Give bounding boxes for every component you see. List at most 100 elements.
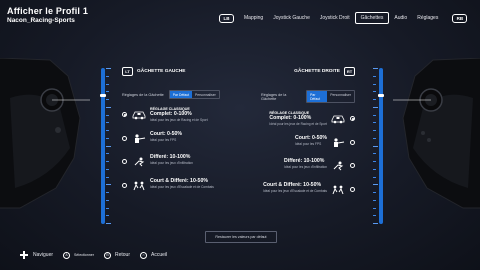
slider-tick: [106, 130, 109, 131]
option-name: Complet: 0-100%: [150, 111, 192, 117]
hint-back: Retour: [115, 252, 131, 258]
rb-bumper-icon[interactable]: RB: [452, 13, 468, 23]
slider-tick: [106, 199, 109, 201]
slider-tick: [373, 153, 376, 155]
trigger-option-3[interactable]: Differé: 10-100% Idéal pour les jeux d'In…: [255, 158, 355, 182]
radio-button[interactable]: [122, 182, 127, 188]
hint-navigate: Naviguer: [33, 252, 54, 258]
slider-tick: [106, 99, 109, 100]
right-trigger-slider[interactable]: [373, 68, 384, 224]
right-trigger-knob[interactable]: [378, 94, 384, 97]
rt-badge-icon: RT: [344, 66, 355, 76]
option-name: Court & Differé: 10-50%: [263, 181, 322, 188]
radio-button[interactable]: [122, 112, 127, 117]
radio-button[interactable]: [350, 186, 355, 192]
slider-tick: [106, 106, 111, 108]
option-description: Idéal pour les jeux d'Escalade et de Com…: [263, 188, 327, 193]
b-button-icon: B: [104, 251, 111, 259]
radio-button[interactable]: [350, 116, 355, 121]
slider-tick: [106, 176, 109, 178]
option-description: Idéal pour les jeux d'Infiltration: [284, 165, 327, 169]
slider-tick: [106, 91, 109, 93]
trigger-option-3[interactable]: Differé: 10-100% Idéal pour les jeux d'In…: [122, 154, 222, 178]
trigger-option-1[interactable]: RÉGLAGE CLASSIQUE Complet: 0-100% Idéal po…: [122, 107, 222, 131]
footer-hints: Naviguer A Sélectionner B Retour ⌂ Accue…: [20, 251, 177, 259]
tab-joystick-left[interactable]: Joystick Gauche: [268, 13, 315, 23]
slider-tick: [373, 75, 376, 77]
segment-default[interactable]: Par Défaut: [307, 91, 328, 102]
slider-tick: [373, 145, 378, 147]
reset-defaults-button[interactable]: Restaurer les valeurs par défaut: [205, 231, 277, 243]
car-icon: [331, 115, 345, 124]
right-trigger-ticks: [373, 68, 378, 224]
left-trigger-panel: LT GÂCHETTE GAUCHE Réglages de la Gâchet…: [122, 66, 222, 201]
tab-settings[interactable]: Réglages: [412, 13, 443, 23]
radio-button[interactable]: [350, 139, 355, 145]
slider-tick: [373, 161, 376, 162]
slider-tick: [373, 106, 378, 108]
trigger-option-2[interactable]: Court: 0-50% Idéal pour les FPS: [255, 135, 355, 159]
slider-tick: [106, 192, 109, 193]
hint-home: Accueil: [151, 252, 168, 258]
slider-tick: [373, 223, 378, 224]
slider-tick: [106, 184, 111, 186]
slider-tick: [106, 215, 109, 217]
segment-custom[interactable]: Personnaliser: [192, 91, 219, 98]
slider-tick: [373, 215, 376, 217]
left-trigger-mode-toggle[interactable]: Par Défaut Personnaliser: [168, 90, 220, 99]
slider-tick: [373, 99, 376, 100]
trigger-option-1[interactable]: RÉGLAGE CLASSIQUE Complet: 0-100% Idéal po…: [255, 111, 355, 135]
controller-right-image: [393, 58, 480, 209]
left-trigger-slider[interactable]: [100, 68, 111, 224]
option-name: Complet: 0-100%: [269, 115, 312, 121]
left-panel-title: GÂCHETTE GAUCHE: [137, 68, 186, 74]
segment-custom[interactable]: Personnaliser: [327, 91, 354, 102]
right-trigger-mode-toggle[interactable]: Par Défaut Personnaliser: [306, 90, 355, 103]
slider-tick: [106, 68, 111, 69]
segment-default[interactable]: Par Défaut: [169, 91, 193, 98]
option-name: Court & Differé: 10-50%: [150, 177, 208, 184]
option-description: Idéal pour les jeux d'Infiltration: [150, 161, 193, 165]
tab-joystick-right[interactable]: Joystick Droit: [315, 13, 355, 23]
controller-left-image: [0, 58, 90, 209]
option-name: Court: 0-50%: [150, 130, 182, 137]
radio-button[interactable]: [122, 135, 127, 141]
sneak-icon: [333, 161, 344, 171]
top-nav: LB Mapping Joystick Gauche Joystick Droi…: [219, 11, 468, 25]
radio-button[interactable]: [122, 159, 127, 164]
slider-tick: [373, 199, 376, 201]
left-trigger-knob[interactable]: [100, 94, 106, 97]
slider-tick: [373, 192, 376, 193]
slider-tick: [373, 122, 376, 124]
trigger-option-4[interactable]: Court & Differé: 10-50% Idéal pour les je…: [122, 178, 222, 202]
trigger-option-4[interactable]: Court & Differé: 10-50% Idéal pour les je…: [255, 182, 355, 206]
slider-tick: [106, 122, 109, 124]
option-name: Differé: 10-100%: [284, 158, 325, 164]
right-trigger-panel: GÂCHETTE DROITE RT Réglages de la Gâchet…: [255, 66, 355, 205]
fight-icon: [133, 181, 145, 190]
slider-tick: [106, 153, 109, 155]
soldier-icon: [334, 137, 345, 147]
option-description: Idéal pour les jeux de Racing et de Spor…: [269, 122, 327, 126]
slider-tick: [106, 145, 111, 147]
slider-tick: [106, 161, 109, 162]
tab-audio[interactable]: Audio: [389, 13, 412, 23]
left-trigger-ticks: [106, 68, 111, 224]
lb-bumper-icon[interactable]: LB: [219, 13, 234, 23]
fight-icon: [332, 185, 344, 194]
trigger-setting-label: Réglages de la Gâchette: [261, 92, 287, 101]
tab-mapping[interactable]: Mapping: [239, 13, 268, 23]
option-description: Idéal pour les FPS: [150, 137, 177, 142]
a-button-icon: A: [63, 251, 71, 259]
slider-tick: [373, 168, 376, 170]
slider-tick: [373, 176, 376, 178]
slider-tick: [106, 114, 109, 116]
tab-triggers[interactable]: Gâchettes: [354, 12, 390, 24]
trigger-option-2[interactable]: Court: 0-50% Idéal pour les FPS: [122, 131, 222, 155]
radio-button[interactable]: [350, 163, 355, 168]
option-description: Idéal pour les jeux d'Escalade et de Com…: [150, 184, 214, 189]
right-panel-title: GÂCHETTE DROITE: [294, 68, 340, 74]
sneak-icon: [134, 157, 145, 167]
slider-tick: [373, 130, 376, 131]
slider-tick: [373, 184, 378, 186]
